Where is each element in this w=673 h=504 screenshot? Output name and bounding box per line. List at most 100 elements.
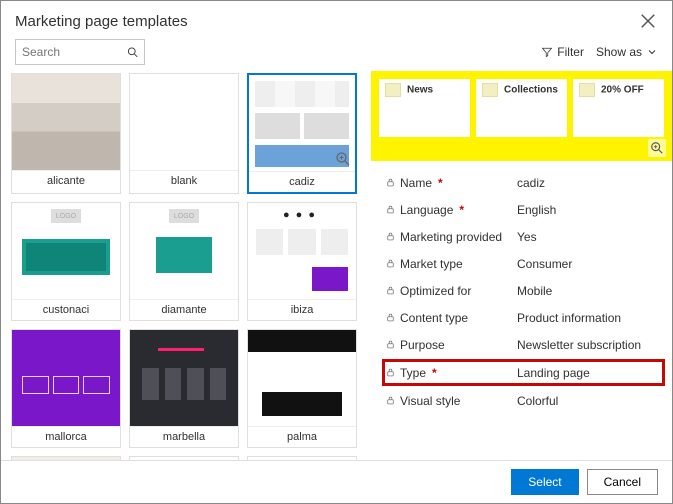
template-thumb <box>249 75 355 171</box>
lock-icon <box>385 367 396 378</box>
field-label: Visual style <box>385 394 517 408</box>
template-gallery[interactable]: alicante blank cadiz LOGO custonaci <box>1 71 371 460</box>
close-button[interactable] <box>638 11 658 31</box>
toolbar: Filter Show as <box>1 37 672 71</box>
preview-col-title: Collections <box>504 84 558 95</box>
template-card-diamante[interactable]: LOGO diamante <box>129 202 239 321</box>
field-value: Product information <box>517 311 662 325</box>
field-value: cadiz <box>517 176 662 190</box>
magnify-icon[interactable] <box>648 139 666 157</box>
lock-icon <box>385 285 396 296</box>
template-thumb <box>12 74 120 170</box>
details-fields: Name*cadizLanguage*EnglishMarketing prov… <box>371 161 672 424</box>
filter-button[interactable]: Filter <box>541 45 584 59</box>
field-label: Market type <box>385 257 517 271</box>
template-card-ibiza[interactable]: ●●● ibiza <box>247 202 357 321</box>
template-card-cadiz[interactable]: cadiz <box>247 73 357 194</box>
search-input[interactable] <box>22 45 127 59</box>
field-value: English <box>517 203 662 217</box>
field-value: Yes <box>517 230 662 244</box>
field-label: Type* <box>385 366 517 380</box>
field-row: PurposeNewsletter subscription <box>385 331 662 358</box>
template-card-mallorca[interactable]: mallorca <box>11 329 121 448</box>
template-preview: News Collections 20% OFF <box>371 71 672 161</box>
details-pane: News Collections 20% OFF Name*cadizLangu… <box>371 71 672 460</box>
field-row: Name*cadiz <box>385 169 662 196</box>
field-row: Content typeProduct information <box>385 304 662 331</box>
template-caption: palma <box>248 426 356 447</box>
dialog-footer: Select Cancel <box>1 461 672 503</box>
search-box[interactable] <box>15 39 145 65</box>
field-row: Type*Landing page <box>382 359 665 386</box>
template-card-next[interactable] <box>11 456 121 460</box>
filter-label: Filter <box>557 45 584 59</box>
lock-icon <box>385 177 396 188</box>
template-card-marbella[interactable]: marbella <box>129 329 239 448</box>
field-label: Marketing provided <box>385 230 517 244</box>
template-thumb <box>12 330 120 426</box>
required-mark: * <box>438 176 443 190</box>
template-card-next[interactable] <box>247 456 357 460</box>
field-label: Purpose <box>385 338 517 352</box>
required-mark: * <box>459 203 464 217</box>
template-caption: diamante <box>130 299 238 320</box>
dialog-body: alicante blank cadiz LOGO custonaci <box>1 71 672 461</box>
field-label: Content type <box>385 311 517 325</box>
lock-icon <box>385 258 396 269</box>
field-value: Landing page <box>517 366 662 380</box>
template-caption: blank <box>130 170 238 191</box>
field-row: Visual styleColorful <box>385 387 662 414</box>
magnify-icon[interactable] <box>335 151 351 167</box>
details-scroll[interactable]: News Collections 20% OFF Name*cadizLangu… <box>371 71 672 460</box>
template-picker-dialog: Marketing page templates Filter Show as … <box>0 0 673 504</box>
dialog-header: Marketing page templates <box>1 1 672 37</box>
lock-icon <box>385 395 396 406</box>
template-caption: mallorca <box>12 426 120 447</box>
template-caption: ibiza <box>248 299 356 320</box>
template-thumb <box>130 330 238 426</box>
preview-col-title: News <box>407 84 433 95</box>
filter-icon <box>541 46 553 58</box>
template-card-blank[interactable]: blank <box>129 73 239 194</box>
template-caption: cadiz <box>249 171 355 192</box>
required-mark: * <box>432 366 437 380</box>
lock-icon <box>385 339 396 350</box>
template-thumb <box>130 457 238 460</box>
lock-icon <box>385 231 396 242</box>
field-row: Language*English <box>385 196 662 223</box>
close-icon <box>638 11 658 31</box>
cancel-button[interactable]: Cancel <box>587 469 658 495</box>
template-card-palma[interactable]: palma <box>247 329 357 448</box>
field-value: Mobile <box>517 284 662 298</box>
template-thumb <box>248 457 356 460</box>
template-card-custonaci[interactable]: LOGO custonaci <box>11 202 121 321</box>
template-thumb: ●●● <box>248 203 356 299</box>
dialog-title: Marketing page templates <box>15 13 188 30</box>
template-thumb: LOGO <box>130 203 238 299</box>
select-button[interactable]: Select <box>511 469 578 495</box>
field-row: Marketing providedYes <box>385 223 662 250</box>
showas-button[interactable]: Show as <box>596 45 658 59</box>
field-value: Colorful <box>517 394 662 408</box>
lock-icon <box>385 312 396 323</box>
field-label: Name* <box>385 176 517 190</box>
field-label: Optimized for <box>385 284 517 298</box>
template-grid: alicante blank cadiz LOGO custonaci <box>11 73 365 460</box>
template-caption: alicante <box>12 170 120 191</box>
template-thumb: LOGO <box>12 203 120 299</box>
template-caption: custonaci <box>12 299 120 320</box>
template-caption: marbella <box>130 426 238 447</box>
template-thumb <box>248 330 356 426</box>
field-row: Market typeConsumer <box>385 250 662 277</box>
template-thumb <box>12 457 120 460</box>
template-card-next[interactable] <box>129 456 239 460</box>
template-card-alicante[interactable]: alicante <box>11 73 121 194</box>
search-icon <box>127 46 138 58</box>
preview-col-title: 20% OFF <box>601 84 644 95</box>
template-thumb <box>130 74 238 170</box>
showas-label: Show as <box>596 45 642 59</box>
field-value: Consumer <box>517 257 662 271</box>
field-row: Optimized forMobile <box>385 277 662 304</box>
lock-icon <box>385 204 396 215</box>
chevron-down-icon <box>646 46 658 58</box>
